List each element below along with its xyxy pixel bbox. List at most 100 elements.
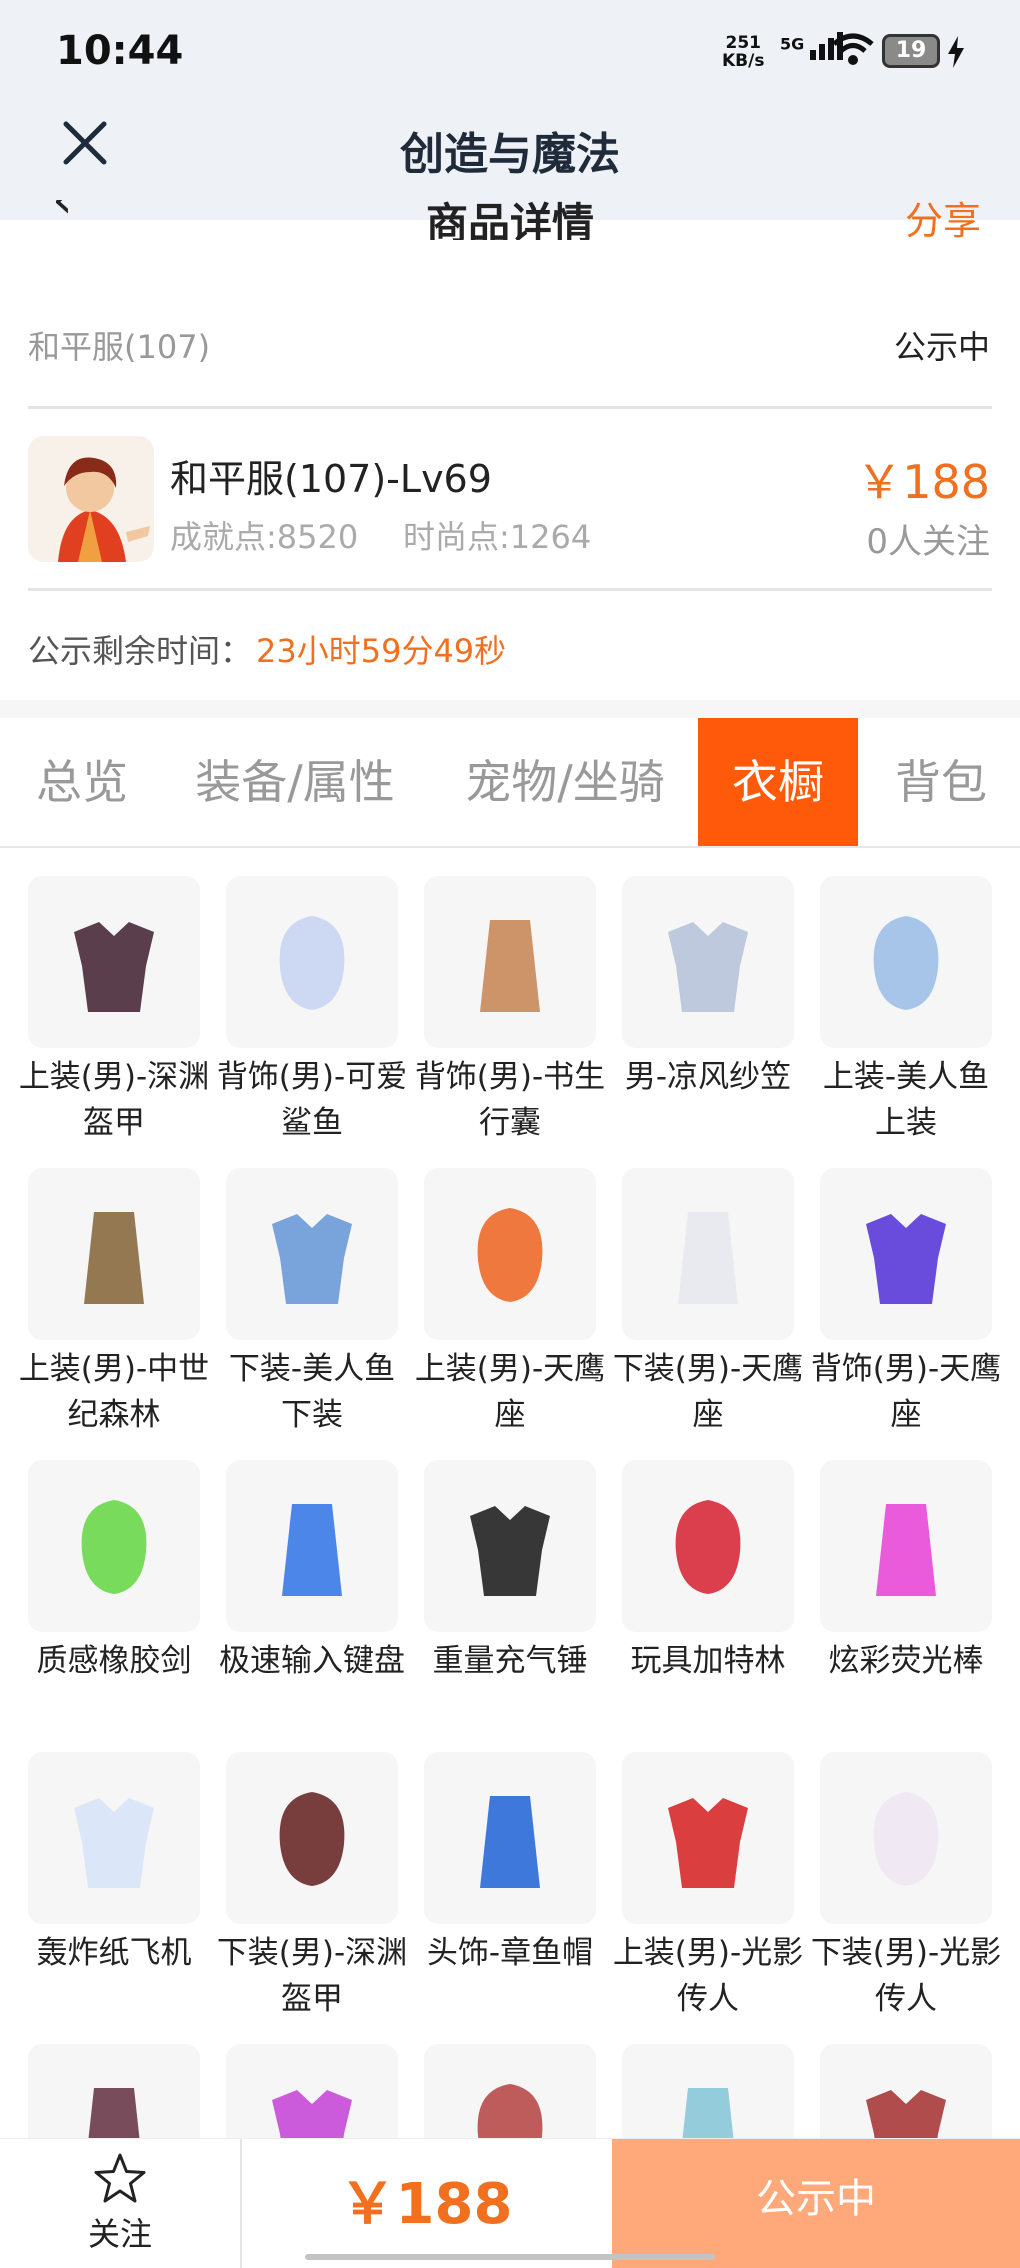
divider (28, 588, 992, 591)
item-thumbnail (28, 1460, 200, 1632)
wardrobe-item[interactable]: 上装(男)-光影传人 (613, 1752, 803, 2022)
net-speed-value: 251 (725, 33, 761, 53)
wardrobe-item[interactable]: 极速输入键盘 (219, 1460, 405, 1684)
item-name: 男-凉风纱笠 (624, 1059, 792, 1095)
item-thumbnail (424, 1168, 596, 1340)
keyboard-icon (282, 1504, 342, 1596)
tab-backpack[interactable]: 背包 (876, 718, 1006, 846)
item-thumbnail (226, 1460, 398, 1632)
item-name: 下装(男)-深渊盔甲 (216, 1935, 408, 2017)
item-thumbnail (622, 1460, 794, 1632)
product-detail-title: 商品详情 (425, 200, 594, 240)
character-portrait-icon (28, 436, 154, 562)
follow-label: 关注 (87, 2215, 152, 2253)
wardrobe-item[interactable]: 质感橡胶剑 (28, 1460, 200, 1684)
item-name: 上装(男)-光影传人 (612, 1935, 804, 2017)
aquila-top-icon (477, 1208, 543, 1302)
scholar-pack-icon (480, 920, 540, 1012)
wardrobe-item[interactable]: 男-凉风纱笠 (622, 876, 794, 1100)
star-icon (94, 2153, 146, 2203)
aquila-back-icon (866, 1214, 946, 1304)
server-name: 和平服(107) (28, 328, 211, 366)
wardrobe-item[interactable]: 重量充气锤 (424, 1460, 596, 1684)
network-label: 5G (780, 34, 805, 54)
remaining-time-label: 公示剩余时间： (28, 632, 253, 670)
item-thumbnail (820, 1460, 992, 1632)
item-name: 轰炸纸飞机 (36, 1935, 192, 1971)
public-status-button[interactable]: 公示中 (612, 2139, 1020, 2268)
listing-status: 公示中 (893, 328, 990, 366)
tab-wardrobe[interactable]: 衣橱 (698, 718, 858, 846)
net-speed-unit: KB/s (722, 51, 765, 71)
white-boots-icon (873, 1792, 939, 1886)
wardrobe-item[interactable]: 背饰(男)-可爱鲨鱼 (217, 876, 407, 1146)
item-name: 背饰(男)-书生行囊 (414, 1059, 606, 1141)
veil-hat-icon (668, 922, 748, 1012)
role-name: 和平服(107)-Lv69 (170, 457, 492, 501)
wardrobe-item[interactable]: 背饰(男)-天鹰座 (811, 1168, 1001, 1438)
wardrobe-item[interactable]: 上装(男)-中世纪森林 (19, 1168, 209, 1438)
item-thumbnail (622, 1752, 794, 1924)
follow-button[interactable]: 关注 (0, 2139, 242, 2268)
mermaid-bottom-icon (272, 1214, 352, 1304)
mermaid-top-icon (873, 916, 939, 1010)
item-name: 背饰(男)-可爱鲨鱼 (216, 1059, 408, 1141)
tab-equipment[interactable]: 装备/属性 (170, 718, 420, 846)
item-thumbnail (28, 876, 200, 1048)
fashion-points: 时尚点:1264 (403, 518, 592, 556)
wardrobe-item[interactable]: 上装(男)-天鹰座 (415, 1168, 605, 1438)
wardrobe-item[interactable]: 下装(男)-天鹰座 (613, 1168, 803, 1438)
octopus-hat-icon (480, 1796, 540, 1888)
status-time: 10:44 (56, 28, 184, 74)
armor-icon (74, 922, 154, 1012)
tab-pets[interactable]: 宠物/坐骑 (440, 718, 690, 846)
forest-top-icon (84, 1212, 144, 1304)
item-thumbnail (622, 876, 794, 1048)
wardrobe-item[interactable]: 炫彩荧光棒 (820, 1460, 992, 1684)
achievement-points: 成就点:8520 (170, 518, 359, 556)
item-thumbnail (28, 1752, 200, 1924)
wardrobe-item[interactable]: 下装(男)-光影传人 (811, 1752, 1001, 2022)
wardrobe-item[interactable]: 上装-美人鱼上装 (820, 876, 992, 1146)
battery-icon: 19 (882, 34, 940, 68)
wardrobe-item[interactable]: 轰炸纸飞机 (28, 1752, 200, 1976)
item-name: 下装(男)-光影传人 (810, 1935, 1002, 2017)
wardrobe-item[interactable]: 上装(男)-深渊盔甲 (19, 876, 209, 1146)
item-name: 上装(男)-中世纪森林 (18, 1351, 210, 1433)
divider (28, 406, 992, 409)
wardrobe-item[interactable]: 玩具加特林 (622, 1460, 794, 1684)
item-thumbnail (424, 1752, 596, 1924)
item-thumbnail (226, 1168, 398, 1340)
hammer-icon (470, 1506, 550, 1596)
bottom-action-bar: 关注 ￥188 公示中 (0, 2138, 1020, 2268)
item-name: 背饰(男)-天鹰座 (810, 1351, 1002, 1433)
gatling-icon (675, 1500, 741, 1594)
network-speed: 251 KB/s (722, 34, 764, 70)
aquila-bottom-icon (678, 1212, 738, 1304)
item-thumbnail (226, 1752, 398, 1924)
wardrobe-item[interactable]: 背饰(男)-书生行囊 (415, 876, 605, 1146)
item-name: 上装-美人鱼上装 (822, 1059, 990, 1141)
glowstick-icon (876, 1504, 936, 1596)
rubber-sword-icon (81, 1500, 147, 1594)
item-thumbnail (820, 876, 992, 1048)
wardrobe-item[interactable]: 下装-美人鱼下装 (226, 1168, 398, 1438)
item-name: 下装-美人鱼下装 (228, 1351, 396, 1433)
item-name: 上装(男)-深渊盔甲 (18, 1059, 210, 1141)
product-detail-header: ‹ 商品详情 分享 (0, 200, 1020, 240)
charging-icon (948, 36, 964, 68)
item-name: 玩具加特林 (630, 1643, 786, 1679)
bottom-price: ￥188 (339, 2172, 513, 2237)
remaining-time-value: 23小时59分49秒 (256, 632, 507, 670)
share-button[interactable]: 分享 (905, 200, 981, 240)
item-name: 极速输入键盘 (219, 1643, 405, 1679)
tab-overview[interactable]: 总览 (14, 718, 150, 846)
section-gap (0, 700, 1020, 718)
item-thumbnail (28, 1168, 200, 1340)
app-title: 创造与魔法 (400, 129, 620, 180)
wardrobe-item[interactable]: 头饰-章鱼帽 (424, 1752, 596, 1976)
wardrobe-item[interactable]: 下装(男)-深渊盔甲 (217, 1752, 407, 2022)
item-name: 头饰-章鱼帽 (426, 1935, 594, 1971)
item-thumbnail (820, 1752, 992, 1924)
item-thumbnail (424, 876, 596, 1048)
